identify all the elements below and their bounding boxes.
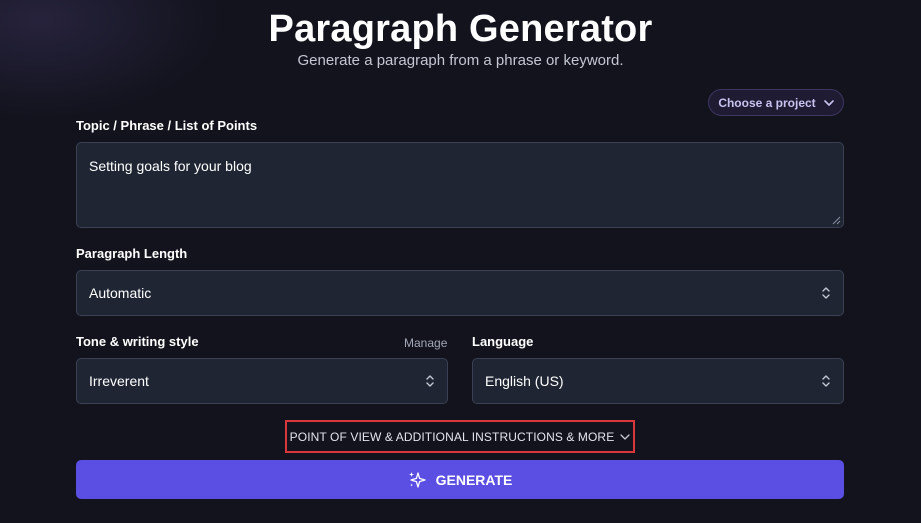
more-options-toggle[interactable]: POINT OF VIEW & ADDITIONAL INSTRUCTIONS … [285, 420, 635, 453]
page-title: Paragraph Generator [268, 8, 653, 50]
page-subtitle: Generate a paragraph from a phrase or ke… [297, 52, 624, 69]
chevron-down-icon [823, 99, 834, 106]
chevron-down-icon [620, 433, 630, 440]
more-options-label: POINT OF VIEW & ADDITIONAL INSTRUCTIONS … [289, 429, 615, 444]
language-label: Language [472, 334, 534, 349]
tone-value: Irreverent [89, 373, 149, 389]
paragraph-length-select[interactable]: Automatic [76, 270, 844, 316]
chevron-up-down-icon [822, 375, 830, 387]
resize-handle-icon[interactable] [831, 215, 841, 225]
topic-label: Topic / Phrase / List of Points [76, 118, 258, 133]
manage-tones-link[interactable]: Manage [404, 336, 447, 350]
chevron-up-down-icon [426, 375, 434, 387]
tone-select[interactable]: Irreverent [76, 358, 448, 404]
chevron-up-down-icon [822, 287, 830, 299]
topic-textarea[interactable]: Setting goals for your blog [76, 142, 844, 228]
sparkle-icon [408, 471, 426, 488]
paragraph-length-label: Paragraph Length [76, 246, 188, 261]
tone-label: Tone & writing style [76, 334, 199, 349]
paragraph-length-value: Automatic [89, 285, 152, 301]
language-value: English (US) [485, 373, 564, 389]
choose-project-button[interactable]: Choose a project [708, 89, 844, 116]
choose-project-label: Choose a project [718, 95, 816, 110]
generate-label: GENERATE [435, 471, 513, 488]
language-select[interactable]: English (US) [472, 358, 844, 404]
topic-value: Setting goals for your blog [89, 158, 252, 174]
generate-button[interactable]: GENERATE [76, 460, 844, 499]
